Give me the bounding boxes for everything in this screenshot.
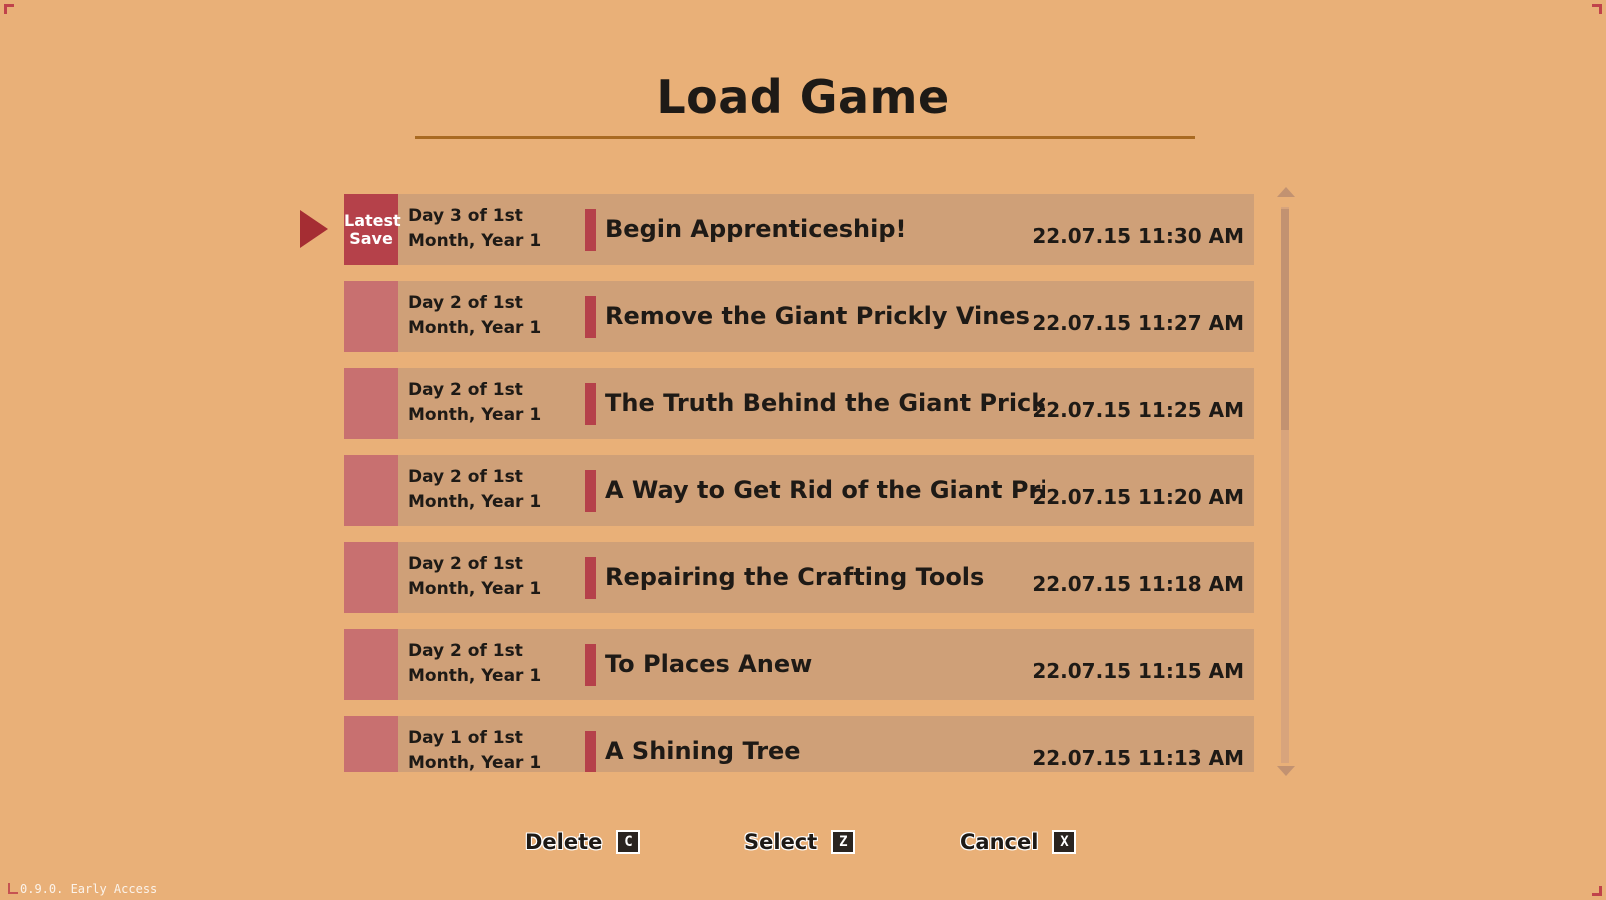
cancel-button[interactable]: Cancel X: [960, 830, 1077, 854]
delete-label: Delete: [525, 830, 603, 854]
delete-button[interactable]: Delete C: [525, 830, 641, 854]
save-day-label: Day 2 of 1st Month, Year 1: [408, 293, 542, 338]
save-quest-title: Repairing the Crafting Tools: [605, 563, 985, 591]
version-label: 0.9.0. Early Access: [8, 882, 157, 896]
save-quest-title: The Truth Behind the Giant Prickly Vines: [605, 389, 1045, 417]
quest-accent-bar: [585, 470, 596, 512]
title-divider: [415, 136, 1195, 139]
save-day-label: Day 1 of 1st Month, Year 1: [408, 728, 542, 772]
selection-cursor-icon: [300, 210, 328, 248]
quest-accent-bar: [585, 644, 596, 686]
save-timestamp: 22.07.15 11:27 AM: [1032, 311, 1244, 335]
quest-accent-bar: [585, 557, 596, 599]
save-slot-row[interactable]: Day 1 of 1st Month, Year 1 A Shining Tree…: [344, 716, 1254, 772]
save-timestamp: 22.07.15 11:25 AM: [1032, 398, 1244, 422]
save-list: Latest Save Day 3 of 1st Month, Year 1 Begi…: [344, 194, 1254, 772]
save-slot-badge: [344, 368, 398, 439]
save-slot-badge: [344, 455, 398, 526]
quest-accent-bar: [585, 383, 596, 425]
save-day-label: Day 3 of 1st Month, Year 1: [408, 206, 542, 251]
save-timestamp: 22.07.15 11:18 AM: [1032, 572, 1244, 596]
save-slot-row[interactable]: Day 2 of 1st Month, Year 1 Repairing the …: [344, 542, 1254, 613]
version-icon: [8, 883, 18, 894]
scroll-up-arrow-icon[interactable]: [1277, 187, 1295, 197]
save-slot-row[interactable]: Latest Save Day 3 of 1st Month, Year 1 Begi…: [344, 194, 1254, 265]
cancel-key-icon: X: [1052, 830, 1077, 854]
quest-accent-bar: [585, 296, 596, 338]
save-quest-title: Remove the Giant Prickly Vines: [605, 302, 1030, 330]
quest-accent-bar: [585, 731, 596, 772]
save-slot-row[interactable]: Day 2 of 1st Month, Year 1 To Places Anew…: [344, 629, 1254, 700]
quest-accent-bar: [585, 209, 596, 251]
latest-badge-line: Latest: [344, 210, 401, 230]
frame-corner-top-right: [1592, 4, 1602, 14]
frame-corner-top-left: [4, 4, 14, 14]
save-slot-badge: [344, 629, 398, 700]
save-slot-badge: [344, 281, 398, 352]
save-slot-badge: [344, 716, 398, 772]
save-slot-row[interactable]: Day 2 of 1st Month, Year 1 The Truth Behi…: [344, 368, 1254, 439]
scroll-down-arrow-icon[interactable]: [1277, 766, 1295, 776]
save-day-label: Day 2 of 1st Month, Year 1: [408, 380, 542, 425]
scrollbar-thumb[interactable]: [1281, 209, 1289, 430]
page-title: Load Game: [656, 70, 950, 124]
save-quest-title: To Places Anew: [605, 650, 813, 678]
save-slot-row[interactable]: Day 2 of 1st Month, Year 1 Remove the Gia…: [344, 281, 1254, 352]
save-timestamp: 22.07.15 11:15 AM: [1032, 659, 1244, 683]
save-quest-title: Begin Apprenticeship!: [605, 215, 907, 243]
version-text: 0.9.0. Early Access: [20, 882, 158, 896]
select-button[interactable]: Select Z: [744, 830, 856, 854]
save-quest-title: A Shining Tree: [605, 737, 801, 765]
save-timestamp: 22.07.15 11:20 AM: [1032, 485, 1244, 509]
save-timestamp: 22.07.15 11:30 AM: [1032, 224, 1244, 248]
save-timestamp: 22.07.15 11:13 AM: [1032, 746, 1244, 770]
save-quest-title: A Way to Get Rid of the Giant Prickly …: [605, 476, 1045, 504]
save-day-label: Day 2 of 1st Month, Year 1: [408, 641, 542, 686]
latest-save-badge: Latest Save: [344, 194, 401, 265]
select-label: Select: [744, 830, 818, 854]
latest-badge-line: Save: [349, 228, 393, 248]
select-key-icon: Z: [831, 830, 856, 854]
save-slot-row[interactable]: Day 2 of 1st Month, Year 1 A Way to Get R…: [344, 455, 1254, 526]
save-day-label: Day 2 of 1st Month, Year 1: [408, 467, 542, 512]
delete-key-icon: C: [616, 830, 641, 854]
cancel-label: Cancel: [960, 830, 1039, 854]
frame-corner-bottom-right: [1592, 886, 1602, 896]
save-slot-badge: [344, 542, 398, 613]
save-day-label: Day 2 of 1st Month, Year 1: [408, 554, 542, 599]
